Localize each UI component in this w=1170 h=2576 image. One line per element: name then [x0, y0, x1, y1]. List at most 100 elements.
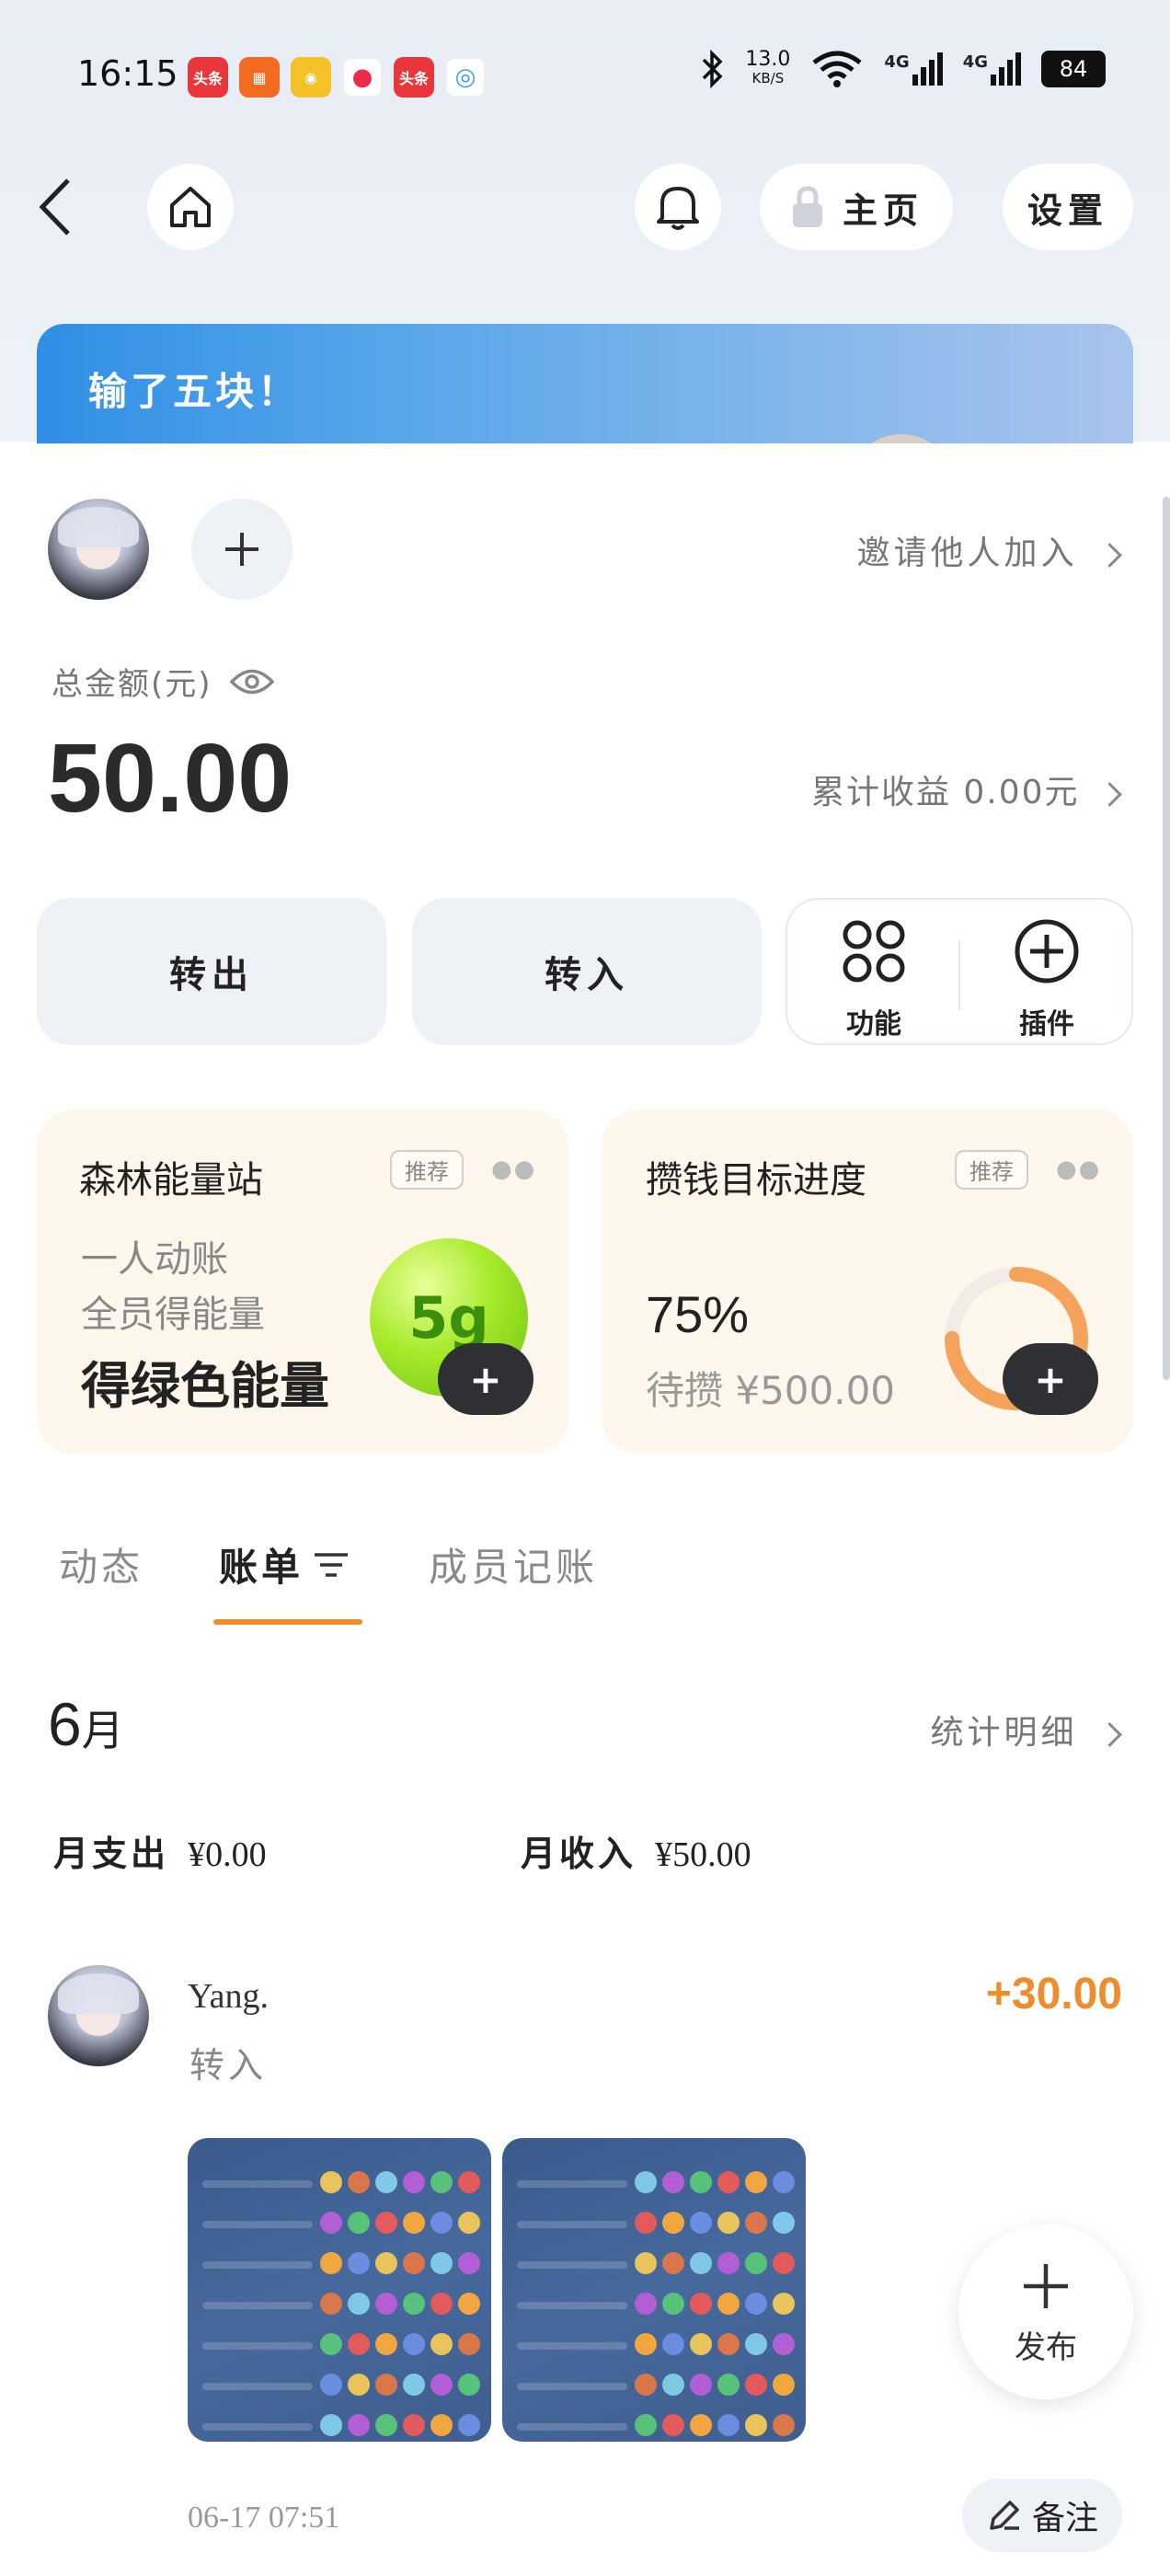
plus-icon: [225, 533, 258, 566]
hero-dot: [348, 2414, 370, 2436]
thumb-row: [188, 2374, 491, 2399]
thumb-row: [502, 2333, 806, 2359]
saving-percent: 75%: [646, 1285, 750, 1343]
cumulative-income-link[interactable]: 累计收益 0.00元: [811, 765, 1118, 813]
recommend-tag: 推荐: [955, 1150, 1028, 1190]
add-member-button[interactable]: [191, 499, 292, 600]
hero-dot: [375, 2171, 397, 2193]
screenshot-thumbnail-1[interactable]: [188, 2138, 491, 2442]
hero-dot: [690, 2171, 712, 2193]
hero-dot: [430, 2333, 453, 2355]
net-speed: 13.0 KB/S: [745, 48, 791, 87]
expense-label: 月支出: [53, 1834, 170, 1874]
tab-underline: [213, 1619, 362, 1625]
hero-dot: [458, 2333, 480, 2355]
hero-dot: [662, 2252, 684, 2274]
net-speed-value: 13.0: [745, 48, 791, 71]
hero-dot: [403, 2333, 425, 2355]
divider: [958, 940, 960, 1010]
functions-label: 功能: [846, 1008, 901, 1041]
transfer-in-button[interactable]: 转入: [412, 898, 762, 1045]
invite-link[interactable]: 邀请他人加入: [857, 526, 1118, 574]
hero-dot: [773, 2333, 795, 2355]
more-icon[interactable]: ●●: [491, 1156, 536, 1183]
hero-dot: [635, 2293, 657, 2315]
signal-2-label: 4G: [962, 52, 988, 72]
hero-dot: [348, 2293, 370, 2315]
hero-dot: [745, 2374, 767, 2396]
home-page-button[interactable]: 主页: [760, 164, 953, 250]
status-indicators: 13.0 KB/S 4G 4G 84: [701, 50, 1106, 88]
thumb-row: [502, 2414, 806, 2440]
tab-bills[interactable]: 账单: [219, 1536, 350, 1593]
thumb-heroes: [635, 2293, 795, 2315]
page: 16:15 头条 ▦ ◉ ● 头条 ◎ 13.0 KB/S 4G 4G 84 主…: [0, 0, 1170, 2576]
settings-button[interactable]: 设置: [1003, 164, 1133, 250]
thumb-heroes: [635, 2414, 795, 2436]
saving-add-button[interactable]: +: [1003, 1343, 1098, 1415]
hero-dot: [690, 2293, 712, 2315]
hero-dot: [430, 2212, 453, 2234]
thumb-row: [188, 2171, 491, 2197]
avatar[interactable]: [48, 499, 149, 600]
expense-value: ¥0.00: [188, 1835, 267, 1874]
transfer-in-label: 转入: [545, 954, 629, 996]
tab-member[interactable]: 成员记账: [429, 1536, 598, 1593]
hero-dot: [745, 2293, 767, 2315]
hero-dot: [690, 2414, 712, 2436]
hero-dot: [348, 2171, 370, 2193]
thumb-bar: [517, 2221, 627, 2228]
hero-dot: [403, 2171, 425, 2193]
screenshot-thumbnail-2[interactable]: [502, 2138, 806, 2442]
hero-dot: [375, 2333, 397, 2355]
transfer-out-label: 转出: [169, 954, 254, 996]
hero-dot: [690, 2333, 712, 2355]
saving-goal-card[interactable]: 攒钱目标进度 推荐 ●● 75% 待攒 ¥500.00 +: [602, 1110, 1133, 1454]
total-label-row: 总金额(元): [52, 659, 275, 704]
tab-dynamic[interactable]: 动态: [59, 1536, 143, 1593]
plugins-button[interactable]: 插件: [964, 913, 1130, 1041]
transaction-user: Yang.: [188, 1977, 270, 2016]
hero-dot: [403, 2212, 425, 2234]
stats-detail-link[interactable]: 统计明细: [931, 1706, 1118, 1754]
hero-dot: [662, 2171, 684, 2193]
house-icon: [170, 187, 211, 227]
more-icon[interactable]: ●●: [1056, 1156, 1101, 1183]
hero-dot: [635, 2252, 657, 2274]
thumb-bar: [517, 2383, 627, 2390]
thumb-heroes: [320, 2414, 480, 2436]
transaction-time: 06-17 07:51: [188, 2501, 340, 2535]
home-icon-button[interactable]: [147, 164, 234, 250]
eye-icon[interactable]: [229, 666, 275, 697]
tools-box: 功能 插件: [786, 898, 1133, 1045]
invite-label: 邀请他人加入: [856, 535, 1078, 572]
thumb-bar: [517, 2423, 627, 2431]
forest-title: 森林能量站: [79, 1159, 263, 1202]
hero-dot: [375, 2374, 397, 2396]
publish-button[interactable]: 发布: [958, 2225, 1133, 2399]
note-button[interactable]: 备注: [962, 2478, 1122, 2552]
hero-dot: [375, 2293, 397, 2315]
banner-text: 输了五块！: [88, 369, 301, 414]
thumb-bar: [202, 2180, 313, 2188]
transaction-avatar[interactable]: [48, 1965, 149, 2066]
thumb-bar: [202, 2342, 313, 2350]
hero-dot: [745, 2171, 767, 2193]
status-time: 16:15: [77, 53, 178, 94]
hero-dot: [403, 2414, 425, 2436]
hero-dot: [458, 2414, 480, 2436]
hero-dot: [348, 2212, 370, 2234]
hero-dot: [745, 2212, 767, 2234]
thumb-row: [188, 2333, 491, 2359]
forest-energy-card[interactable]: 森林能量站 推荐 ●● 一人动账 全员得能量 得绿色能量 5g +: [37, 1110, 568, 1454]
transfer-out-button[interactable]: 转出: [37, 898, 386, 1045]
forest-add-button[interactable]: +: [438, 1343, 533, 1415]
scrollbar[interactable]: [1163, 497, 1170, 1380]
video-icon: ●: [342, 57, 383, 98]
back-button[interactable]: [37, 166, 92, 248]
hero-dot: [375, 2212, 397, 2234]
functions-button[interactable]: 功能: [791, 913, 957, 1041]
notification-button[interactable]: [635, 164, 721, 250]
thumb-row: [188, 2293, 491, 2318]
signal-bar: [991, 75, 996, 86]
